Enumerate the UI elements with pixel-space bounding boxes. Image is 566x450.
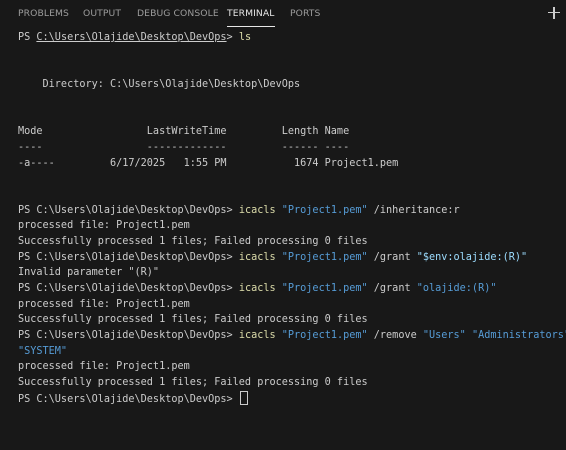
command-name: icacls	[238, 204, 276, 216]
prompt-line: PS C:\Users\Olajide\Desktop\DevOps> ls	[18, 30, 566, 46]
tab-terminal[interactable]: TERMINAL	[227, 0, 275, 28]
directory-line: Directory: C:\Users\Olajide\Desktop\DevO…	[18, 79, 301, 91]
command-arg: "SYSTEM"	[18, 345, 68, 357]
wrapped-line: "SYSTEM"	[18, 344, 566, 360]
tab-output[interactable]: OUTPUT	[83, 0, 121, 28]
prompt-text: PS C:\Users\Olajide\Desktop\DevOps>	[18, 204, 239, 216]
command-switch: /inheritance:r	[373, 204, 460, 216]
prompt-suffix: >	[226, 32, 239, 43]
prompt-text: PS C:\Users\Olajide\Desktop\DevOps>	[18, 330, 239, 342]
prompt-line: PS C:\Users\Olajide\Desktop\DevOps> icac…	[18, 203, 566, 219]
command-name: ls	[238, 32, 252, 43]
command-file-arg: "Project1.pem"	[281, 204, 368, 216]
plus-icon[interactable]	[544, 2, 564, 24]
output-line: processed file: Project1.pem	[18, 298, 190, 310]
panel-tab-bar: PROBLEMS OUTPUT DEBUG CONSOLE TERMINAL P…	[0, 0, 566, 28]
output-line: Successfully processed 1 files; Failed p…	[18, 377, 368, 389]
terminal-panel: PROBLEMS OUTPUT DEBUG CONSOLE TERMINAL P…	[0, 0, 566, 450]
prompt-prefix: PS	[18, 32, 37, 43]
tab-debug-console[interactable]: DEBUG CONSOLE	[137, 0, 219, 28]
command-name: icacls	[238, 283, 276, 294]
command-arg: "olajide:(R)"	[416, 283, 497, 294]
listing-row: -a---- 6/17/2025 1:55 PM 1674 Project1.p…	[18, 157, 399, 169]
prompt-line: PS C:\Users\Olajide\Desktop\DevOps>	[18, 390, 566, 407]
cursor	[239, 390, 248, 405]
output-line: Successfully processed 1 files; Failed p…	[18, 235, 368, 247]
command-switch: /remove	[373, 330, 417, 342]
prompt-text: PS C:\Users\Olajide\Desktop\DevOps>	[18, 393, 239, 405]
command-arg: "$env:olajide:(R)"	[416, 251, 528, 263]
output-line: Successfully processed 1 files; Failed p…	[18, 314, 368, 326]
tab-problems[interactable]: PROBLEMS	[18, 0, 69, 28]
command-file-arg: "Project1.pem"	[281, 251, 368, 263]
prompt-line: PS C:\Users\Olajide\Desktop\DevOps> icac…	[18, 328, 566, 344]
prompt-text: PS C:\Users\Olajide\Desktop\DevOps>	[18, 283, 239, 294]
command-switch: /grant	[373, 283, 411, 294]
command-switch: /grant	[373, 251, 411, 263]
command-arg: "Administrators"	[471, 330, 566, 342]
prompt-text: PS C:\Users\Olajide\Desktop\DevOps>	[18, 251, 239, 263]
command-file-arg: "Project1.pem"	[281, 283, 368, 294]
prompt-line: PS C:\Users\Olajide\Desktop\DevOps> icac…	[18, 250, 566, 266]
prompt-line: PS C:\Users\Olajide\Desktop\DevOps> icac…	[18, 281, 566, 297]
terminal-output[interactable]: PS C:\Users\Olajide\Desktop\DevOps> ls D…	[18, 30, 566, 450]
output-line: processed file: Project1.pem	[18, 361, 190, 373]
output-line: Invalid parameter "(R)"	[18, 267, 160, 279]
prompt-path-link[interactable]: C:\Users\Olajide\Desktop\DevOps	[36, 32, 226, 43]
listing-header: Mode LastWriteTime Length Name	[18, 126, 350, 138]
command-name: icacls	[238, 251, 276, 263]
tab-ports[interactable]: PORTS	[290, 0, 320, 28]
command-name: icacls	[238, 330, 276, 342]
listing-rule: ---- ------------- ------ ----	[18, 141, 350, 153]
output-line: processed file: Project1.pem	[18, 220, 190, 232]
command-arg: "Users"	[422, 330, 466, 342]
command-file-arg: "Project1.pem"	[281, 330, 368, 342]
